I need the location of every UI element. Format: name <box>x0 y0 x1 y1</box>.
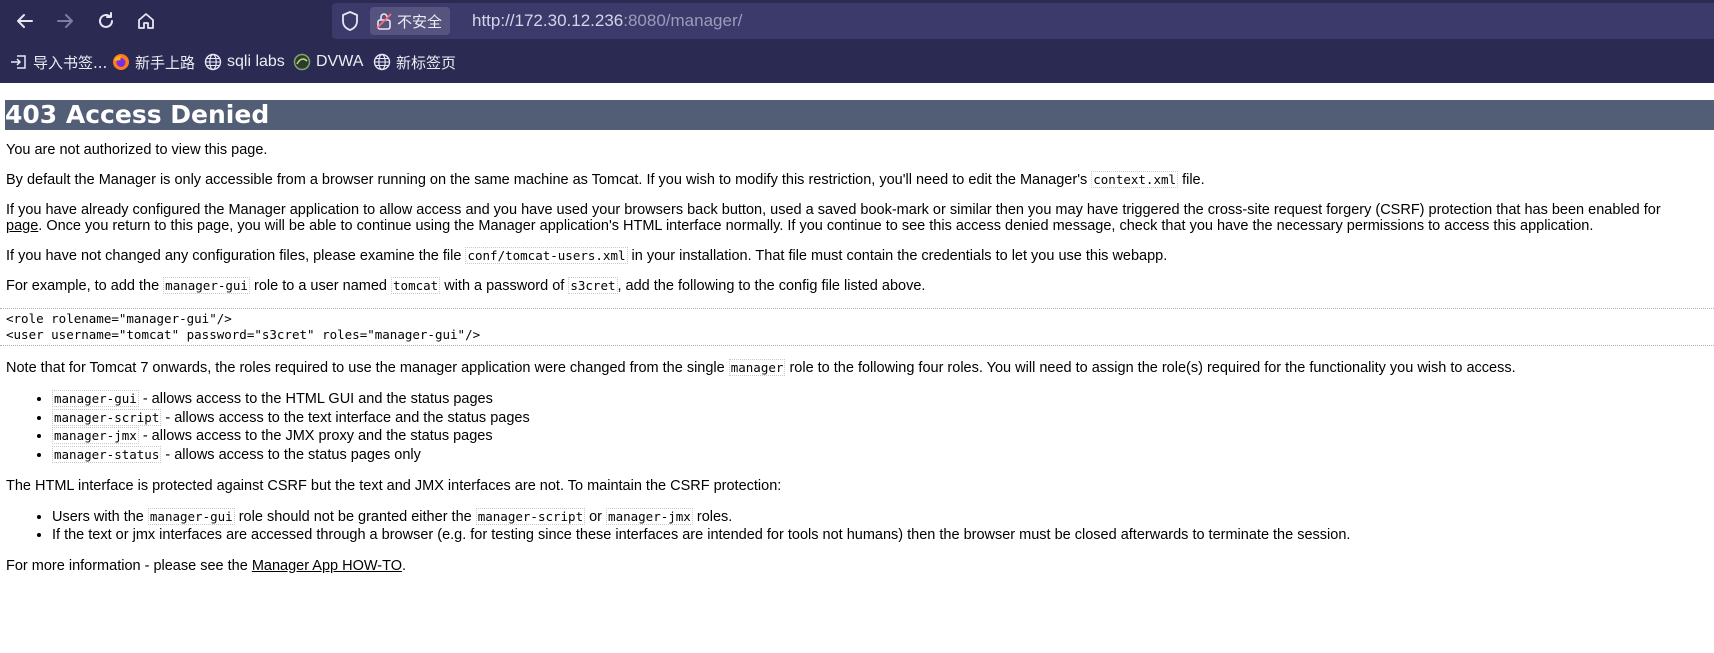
forward-button[interactable] <box>50 6 80 36</box>
text: , add the following to the config file l… <box>617 278 926 294</box>
unauthorized-message: You are not authorized to view this page… <box>6 142 268 158</box>
broken-lock-icon <box>376 13 392 30</box>
back-arrow-icon <box>17 14 33 28</box>
csrf-paragraph: If you have already configured the Manag… <box>6 202 1714 234</box>
manager-code: manager <box>728 359 786 376</box>
role-code: manager-script <box>52 408 162 426</box>
manager-gui-code: manager-gui <box>147 508 235 525</box>
role-code: manager-status <box>52 445 162 463</box>
role-description: - allows access to the status pages only <box>161 446 421 463</box>
tracking-protection-shield-icon[interactable] <box>340 10 360 32</box>
more-info-paragraph: For more information - please see the Ma… <box>6 558 1714 574</box>
browser-toolbar: 不安全 http://172.30.12.236:8080/manager/ <box>0 0 1714 42</box>
config-file-paragraph: If you have not changed any configuratio… <box>6 247 1714 264</box>
text: roles. <box>692 509 733 525</box>
list-item: manager-jmx - allows access to the JMX p… <box>52 427 1714 446</box>
firefox-icon <box>113 54 129 70</box>
text: Users with the <box>52 509 148 525</box>
text: For example, to add the <box>6 278 164 294</box>
text: with a password of <box>440 278 569 294</box>
import-icon <box>11 55 26 69</box>
csrf-rules-list: Users with the manager-gui role should n… <box>6 508 1714 544</box>
bookmark-label: 新手上路 <box>135 53 196 72</box>
bookmark-getting-started[interactable]: 新手上路 <box>112 52 195 72</box>
text: For more information - please see the <box>6 558 252 574</box>
text: role to the following four roles. You wi… <box>785 360 1516 376</box>
text: role to a user named <box>249 278 392 294</box>
manager-script-code: manager-script <box>475 508 586 525</box>
pre-line: <role rolename="manager-gui"/> <box>6 311 232 326</box>
role-description: - allows access to the JMX proxy and the… <box>138 428 493 444</box>
example-paragraph: For example, to add the manager-gui role… <box>6 277 1714 294</box>
bookmark-label: sqli labs <box>227 53 285 70</box>
text: . Once you return to this page, you will… <box>38 218 1594 234</box>
address-bar[interactable]: 不安全 http://172.30.12.236:8080/manager/ <box>332 3 1714 39</box>
list-item: If the text or jmx interfaces are access… <box>52 527 1714 545</box>
list-item: Users with the manager-gui role should n… <box>52 508 1714 527</box>
bookmark-label: 新标签页 <box>396 53 457 72</box>
page-link[interactable]: page <box>6 218 38 234</box>
home-button[interactable] <box>131 6 161 36</box>
insecure-connection-badge[interactable]: 不安全 <box>370 7 451 35</box>
pre-line: <user username="tomcat" password="s3cret… <box>6 327 481 342</box>
reload-button[interactable] <box>91 6 121 36</box>
bookmark-import[interactable]: 导入书签... <box>10 52 107 72</box>
text: . <box>401 558 407 574</box>
text: role should not be granted either the <box>234 509 476 525</box>
list-item: manager-script - allows access to the te… <box>52 408 1714 428</box>
role-description: - allows access to the HTML GUI and the … <box>138 391 493 407</box>
reload-icon <box>99 12 113 28</box>
dvwa-icon <box>293 53 311 71</box>
text: If you have already configured the Manag… <box>6 202 1661 218</box>
csrf-protection-paragraph: The HTML interface is protected against … <box>6 478 782 494</box>
tomcat-users-code: conf/tomcat-users.xml <box>465 247 628 264</box>
bookmark-new-tab[interactable]: 新标签页 <box>373 52 456 72</box>
forward-arrow-icon <box>57 14 73 28</box>
manager-jmx-code: manager-jmx <box>606 508 693 525</box>
config-example-block: <role rolename="manager-gui"/> <user use… <box>0 308 1714 346</box>
bookmark-sqli-labs[interactable]: sqli labs <box>204 52 285 72</box>
context-xml-code: context.xml <box>1091 171 1179 188</box>
globe-icon <box>204 53 222 71</box>
url-port-path: :8080/manager/ <box>623 11 743 30</box>
bookmark-label: 导入书签... <box>33 53 108 72</box>
tomcat-code: tomcat <box>391 277 441 294</box>
text: file. <box>1178 172 1205 188</box>
text: If you have not changed any configuratio… <box>6 248 466 264</box>
list-item: manager-status - allows access to the st… <box>52 445 1714 465</box>
bookmark-label: DVWA <box>316 53 364 70</box>
bookmark-dvwa[interactable]: DVWA <box>293 52 363 72</box>
text: By default the Manager is only accessibl… <box>6 172 1092 188</box>
roles-note-paragraph: Note that for Tomcat 7 onwards, the role… <box>6 359 1714 376</box>
text: or <box>585 509 607 525</box>
page-content: 403 Access Denied You are not authorized… <box>0 100 1714 574</box>
list-item: manager-gui - allows access to the HTML … <box>52 390 1714 409</box>
roles-list: manager-gui - allows access to the HTML … <box>6 390 1714 464</box>
role-description: - allows access to the text interface an… <box>161 409 530 426</box>
role-code: manager-jmx <box>52 427 139 444</box>
manager-howto-link[interactable]: Manager App HOW-TO <box>252 558 402 574</box>
page-title: 403 Access Denied <box>5 100 1714 130</box>
text: Note that for Tomcat 7 onwards, the role… <box>6 360 729 376</box>
globe-icon <box>373 53 391 71</box>
url-host: http://172.30.12.236 <box>472 11 624 30</box>
s3cret-code: s3cret <box>568 277 618 294</box>
back-button[interactable] <box>10 6 40 36</box>
role-code: manager-gui <box>52 390 139 407</box>
default-access-paragraph: By default the Manager is only accessibl… <box>6 171 1714 188</box>
home-icon <box>138 13 154 29</box>
manager-gui-code: manager-gui <box>163 277 250 294</box>
text: in your installation. That file must con… <box>627 248 1168 264</box>
bookmarks-bar: 导入书签... 新手上路 sqli labs DVWA 新标签页 <box>0 42 1714 83</box>
insecure-label: 不安全 <box>397 12 443 31</box>
url-text[interactable]: http://172.30.12.236:8080/manager/ <box>472 11 742 31</box>
